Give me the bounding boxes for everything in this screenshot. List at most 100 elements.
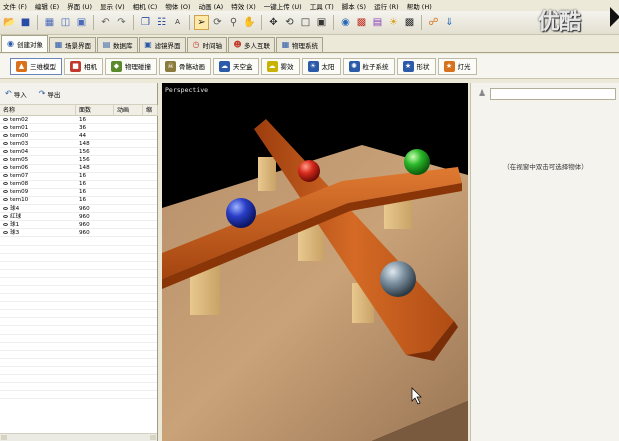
light-icon[interactable]: ☀ bbox=[386, 15, 401, 30]
object-name-field[interactable] bbox=[490, 88, 616, 100]
rotate-icon[interactable]: ⟲ bbox=[282, 15, 297, 30]
red-ball[interactable] bbox=[298, 160, 320, 182]
model-icon: ▲ bbox=[16, 60, 27, 72]
subtab-light[interactable]: ★ 灯光 bbox=[437, 57, 477, 75]
visibility-eye-icon[interactable] bbox=[3, 141, 8, 145]
tab-create-object[interactable]: ◉ 创建对象 bbox=[1, 35, 48, 52]
menu-interface[interactable]: 界面 (U) bbox=[66, 1, 99, 11]
tab-filter[interactable]: ▣ 滤镜界面 bbox=[138, 37, 186, 52]
visibility-eye-icon[interactable] bbox=[3, 125, 8, 129]
column-header-extra[interactable]: 缩 bbox=[143, 105, 158, 116]
menu-view[interactable]: 显示 (V) bbox=[99, 1, 132, 11]
empty-row bbox=[0, 254, 157, 262]
subtab-particle[interactable]: ✺ 粒子系统 bbox=[342, 57, 395, 75]
tab-multiplayer[interactable]: ☻ 多人互联 bbox=[228, 37, 275, 52]
subtab-camera[interactable]: ■ 相机 bbox=[64, 57, 103, 75]
pan-icon[interactable]: ✋ bbox=[242, 15, 257, 30]
menu-run[interactable]: 运行 (R) bbox=[373, 1, 406, 11]
undo-icon[interactable]: ↶ bbox=[98, 15, 113, 30]
visibility-eye-icon[interactable] bbox=[3, 222, 8, 226]
row-faces-cell: 16 bbox=[79, 189, 87, 196]
grey-marble-ball[interactable] bbox=[380, 261, 416, 297]
menu-help[interactable]: 帮助 (H) bbox=[406, 1, 439, 11]
visibility-eye-icon[interactable] bbox=[3, 133, 8, 137]
green-ball[interactable] bbox=[404, 149, 430, 175]
window-icon[interactable]: ▣ bbox=[74, 15, 89, 30]
visibility-eye-icon[interactable] bbox=[3, 206, 8, 210]
camera-icon[interactable]: ▩ bbox=[402, 15, 417, 30]
row-name-cell: tem04 bbox=[0, 148, 76, 156]
rotate-view-icon[interactable]: ⟳ bbox=[210, 15, 225, 30]
visibility-eye-icon[interactable] bbox=[3, 149, 8, 153]
script-icon[interactable]: ☍ bbox=[426, 15, 441, 30]
tab-physics[interactable]: ▦ 物理系统 bbox=[276, 37, 323, 52]
menu-camera[interactable]: 相机 (C) bbox=[132, 1, 165, 11]
render-icon[interactable]: ◉ bbox=[338, 15, 353, 30]
visibility-eye-icon[interactable] bbox=[3, 214, 8, 218]
row-name-text: tem01 bbox=[10, 124, 29, 131]
visibility-eye-icon[interactable] bbox=[3, 158, 8, 162]
save-icon[interactable]: ■ bbox=[18, 15, 33, 30]
copy-icon[interactable]: ❐ bbox=[138, 15, 153, 30]
material-icon[interactable]: ▩ bbox=[354, 15, 369, 30]
visibility-eye-icon[interactable] bbox=[3, 190, 8, 194]
tab-database[interactable]: ▤ 数据库 bbox=[97, 37, 138, 52]
import-button[interactable]: ↶ 导入 bbox=[2, 88, 30, 100]
paste-icon[interactable]: ☷ bbox=[154, 15, 169, 30]
3d-viewport[interactable]: Perspective bbox=[162, 83, 468, 441]
visibility-eye-icon[interactable] bbox=[3, 230, 8, 234]
empty-row bbox=[0, 326, 157, 335]
subtab-shape[interactable]: ★ 形状 bbox=[396, 57, 436, 75]
visibility-eye-icon[interactable] bbox=[3, 117, 8, 121]
zoom-icon[interactable]: ⚲ bbox=[226, 15, 241, 30]
select-icon[interactable]: ➢ bbox=[194, 15, 209, 30]
menu-script[interactable]: 脚本 (S) bbox=[341, 1, 373, 11]
scroll-left-icon[interactable] bbox=[1, 435, 7, 440]
subtab-skybox[interactable]: ☁ 天空盒 bbox=[213, 57, 259, 75]
redo-icon[interactable]: ↷ bbox=[114, 15, 129, 30]
layout-icon[interactable]: ◫ bbox=[58, 15, 73, 30]
column-header-faces[interactable]: 面数 bbox=[76, 105, 114, 116]
horizontal-scrollbar[interactable] bbox=[0, 433, 157, 441]
menu-edit[interactable]: 编辑 (E) bbox=[34, 1, 66, 11]
scroll-right-icon[interactable] bbox=[150, 435, 156, 440]
menu-file[interactable]: 文件 (F) bbox=[2, 1, 34, 11]
texture-icon[interactable]: ▤ bbox=[370, 15, 385, 30]
export-button[interactable]: ↷ 导出 bbox=[36, 88, 64, 100]
row-name-text: tem05 bbox=[10, 157, 29, 164]
visibility-eye-icon[interactable] bbox=[3, 182, 8, 186]
tab-scene[interactable]: ▦ 场景界面 bbox=[49, 37, 96, 52]
visibility-eye-icon[interactable] bbox=[3, 198, 8, 202]
table-row[interactable]: 球3 960 bbox=[0, 229, 157, 238]
visibility-eye-icon[interactable] bbox=[3, 166, 8, 170]
subtab-bone-animation[interactable]: ☠ 骨骼动画 bbox=[159, 57, 211, 75]
menu-effects[interactable]: 特效 (X) bbox=[230, 1, 263, 11]
scale-icon[interactable]: □ bbox=[298, 15, 313, 30]
subtab-fog[interactable]: ☁ 雾效 bbox=[260, 57, 300, 75]
snap-icon[interactable]: ▣ bbox=[314, 15, 329, 30]
menu-animation[interactable]: 动画 (A) bbox=[198, 1, 231, 11]
row-faces-cell: 960 bbox=[79, 229, 90, 236]
subtab-3d-model[interactable]: ▲ 三维模型 bbox=[10, 57, 62, 75]
row-name-text: tem07 bbox=[10, 173, 29, 180]
blue-ball[interactable] bbox=[226, 198, 256, 228]
text-icon[interactable]: A bbox=[170, 15, 185, 30]
empty-row bbox=[0, 375, 157, 384]
column-header-name[interactable]: 名称 bbox=[0, 105, 76, 116]
publish-icon[interactable]: ⇓ bbox=[442, 15, 457, 30]
move-icon[interactable]: ✥ bbox=[266, 15, 281, 30]
visibility-eye-icon[interactable] bbox=[3, 174, 8, 178]
menu-upload[interactable]: 一键上传 (U) bbox=[263, 1, 309, 11]
row-faces-cell: 960 bbox=[79, 205, 90, 212]
menu-object[interactable]: 物体 (O) bbox=[164, 1, 197, 11]
tab-timeline[interactable]: ◷ 时间轴 bbox=[186, 37, 227, 52]
menu-tools[interactable]: 工具 (T) bbox=[309, 1, 341, 11]
column-header-animation[interactable]: 动画 bbox=[114, 105, 143, 116]
open-icon[interactable]: 📂 bbox=[2, 15, 17, 30]
subtab-sun[interactable]: ☀ 太阳 bbox=[301, 57, 341, 75]
subtab-collision[interactable]: ◆ 物理碰撞 bbox=[105, 57, 157, 75]
empty-row bbox=[0, 302, 157, 311]
grid-icon[interactable]: ▦ bbox=[42, 15, 57, 30]
play-arrow-icon bbox=[610, 7, 619, 27]
timeline-icon: ◷ bbox=[192, 40, 200, 49]
